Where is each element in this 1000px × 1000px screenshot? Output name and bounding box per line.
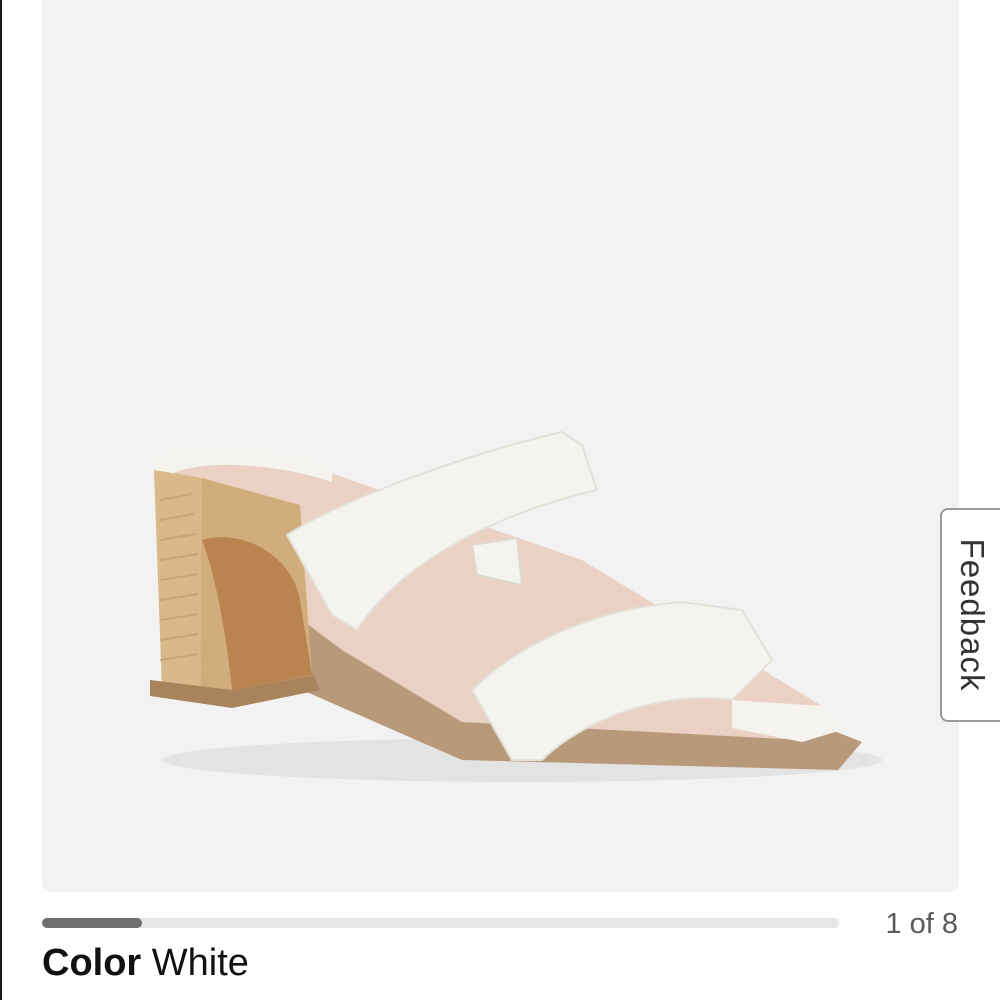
product-image[interactable] (42, 0, 959, 892)
color-label: Color (42, 942, 142, 984)
product-gallery-page: Feedback 1 of 8 Color White (0, 0, 1000, 1000)
heel-outer (154, 470, 202, 700)
feedback-label: Feedback (954, 538, 991, 692)
feedback-button[interactable]: Feedback (940, 508, 1000, 722)
image-counter: 1 of 8 (885, 908, 958, 940)
gallery-progress-track[interactable] (42, 918, 839, 928)
left-edge-divider (0, 0, 2, 1000)
color-value: White (151, 942, 249, 984)
sandal-image (150, 430, 882, 782)
color-selection: Color White (42, 942, 249, 985)
gallery-progress-fill (42, 918, 142, 928)
